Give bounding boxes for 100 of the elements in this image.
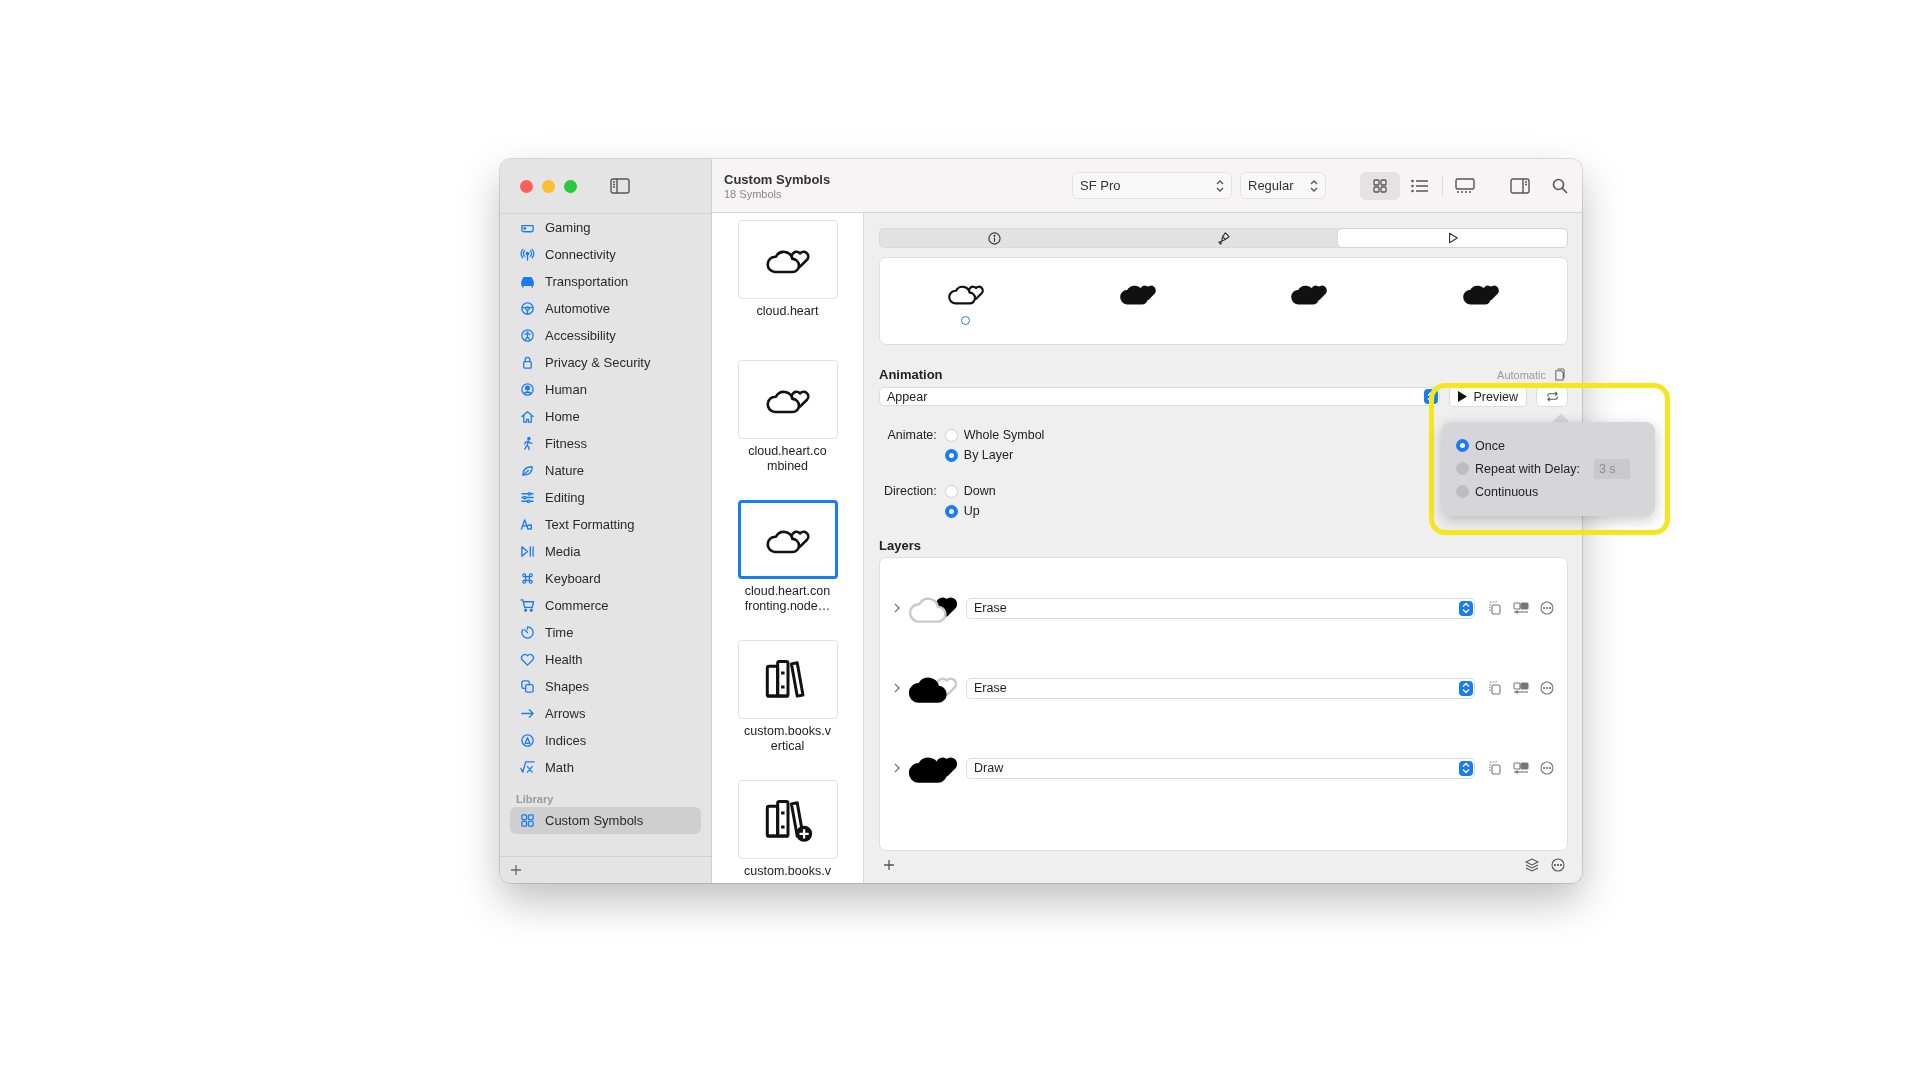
inspector-toggle-icon[interactable] <box>1510 177 1530 194</box>
list-icon <box>1411 178 1429 193</box>
sidebar-item[interactable]: Automotive <box>510 295 701 322</box>
heart-icon <box>520 652 535 667</box>
sidebar-item[interactable]: Gaming <box>510 214 701 241</box>
symbol-count: 18 Symbols <box>724 187 783 200</box>
option-label: Continuous <box>1475 484 1539 499</box>
more-icon[interactable] <box>1539 761 1555 775</box>
behavior-popup[interactable]: Erase <box>966 597 1475 619</box>
lock-icon <box>520 355 535 370</box>
accessibility-icon <box>520 328 535 343</box>
more-icon[interactable] <box>1539 681 1555 695</box>
sliders-icon <box>520 490 535 505</box>
radio-button[interactable] <box>944 504 958 518</box>
info-icon <box>988 231 1001 245</box>
sidebar-item[interactable]: Fitness <box>510 430 701 457</box>
chevron-icon[interactable] <box>894 763 900 773</box>
duplicate-icon[interactable] <box>1487 681 1503 695</box>
chevron-icon[interactable] <box>894 683 900 693</box>
swatch-icon[interactable] <box>1513 761 1529 775</box>
option-label: Up <box>963 504 980 518</box>
cart-icon <box>520 598 535 613</box>
radio-button[interactable] <box>1456 485 1469 498</box>
add-icon[interactable] <box>510 864 522 876</box>
sidebar-item[interactable]: Indices <box>510 727 701 754</box>
section-heading: Animation <box>879 367 943 382</box>
command-key-icon <box>520 571 535 586</box>
sidebar-item[interactable]: Custom Symbols <box>510 807 701 834</box>
sidebar-item[interactable]: Keyboard <box>510 565 701 592</box>
grid-icon <box>1372 177 1388 194</box>
sidebar-item[interactable]: Arrows <box>510 700 701 727</box>
symbol-name: cloud.heart.combined <box>747 444 828 474</box>
repeat-button[interactable] <box>1536 386 1568 407</box>
section-heading: Library <box>516 793 555 805</box>
sidebar-item[interactable]: Nature <box>510 457 701 484</box>
view-mode-button[interactable] <box>1360 171 1400 200</box>
repeat-icon <box>1545 391 1559 402</box>
duplicate-icon[interactable] <box>1487 601 1503 615</box>
sidebar-item[interactable]: Shapes <box>510 673 701 700</box>
document-icon[interactable] <box>1554 368 1565 381</box>
radio-button[interactable] <box>1456 462 1469 475</box>
swatch-icon[interactable] <box>1513 681 1529 695</box>
close-button[interactable] <box>520 179 533 193</box>
square-root-icon <box>520 760 535 775</box>
weight-popup[interactable]: Regular <box>1240 172 1326 199</box>
option-label: Down <box>963 484 996 498</box>
behavior-popup[interactable]: Erase <box>966 677 1475 699</box>
swatch-icon[interactable] <box>1513 601 1529 615</box>
arrow-icon <box>520 706 535 721</box>
more-icon[interactable] <box>1539 601 1555 615</box>
play-icon <box>1446 232 1459 244</box>
paintbrush-icon <box>1217 231 1230 245</box>
preview-button[interactable]: Preview <box>1448 386 1527 407</box>
font-popup[interactable]: SF Pro <box>1072 172 1232 199</box>
sidebar-item[interactable]: Math <box>510 754 701 781</box>
search-icon[interactable] <box>1552 177 1568 194</box>
symbol-name: custom.books.v <box>743 864 832 879</box>
add-icon[interactable] <box>883 859 895 871</box>
sidebar-item[interactable]: Accessibility <box>510 322 701 349</box>
play-icon <box>1457 391 1467 402</box>
timer-icon <box>520 625 535 640</box>
effect-popup[interactable]: Appear <box>879 387 1440 406</box>
sidebar-item[interactable]: Human <box>510 376 701 403</box>
option-label: By Layer <box>963 448 1014 462</box>
sidebar-item[interactable]: Home <box>510 403 701 430</box>
antenna-icon <box>520 247 535 262</box>
person-icon <box>520 382 535 397</box>
layers-icon[interactable] <box>1524 858 1540 872</box>
sidebar-item[interactable]: Time <box>510 619 701 646</box>
symbol-tile[interactable] <box>737 500 838 579</box>
sidebar-item[interactable]: Health <box>510 646 701 673</box>
symbol-name: cloud.heart.confronting.node… <box>743 584 832 614</box>
sidebar-item[interactable]: Privacy & Security <box>510 349 701 376</box>
house-icon <box>520 409 535 424</box>
leaf-icon <box>520 463 535 478</box>
chevron-icon[interactable] <box>894 603 900 613</box>
car-icon <box>520 274 535 289</box>
symbol-name: custom.books.vertical <box>743 724 832 754</box>
radio-button[interactable] <box>944 448 958 462</box>
field-label: Animate: <box>886 427 937 444</box>
behavior-popup[interactable]: Draw <box>966 757 1475 779</box>
option-label: Once <box>1475 438 1505 453</box>
sidebar-item[interactable]: Transportation <box>510 268 701 295</box>
sidebar-toggle-icon[interactable] <box>610 178 630 194</box>
radio-button[interactable] <box>1456 439 1469 452</box>
chevron-icon <box>1310 178 1318 193</box>
window-title: Custom Symbols <box>724 171 832 187</box>
text-format-icon <box>520 517 535 532</box>
sidebar-item[interactable]: Connectivity <box>510 241 701 268</box>
steering-wheel-icon <box>520 301 535 316</box>
sidebar-item[interactable]: Text Formatting <box>510 511 701 538</box>
stepper-icon <box>1459 680 1473 696</box>
sidebar-item[interactable]: Commerce <box>510 592 701 619</box>
option-label: Repeat with Delay: <box>1475 461 1580 476</box>
grid-icon <box>520 813 535 828</box>
chevron-icon <box>1216 178 1224 193</box>
more-icon[interactable] <box>1550 858 1566 872</box>
sidebar-item[interactable]: Media <box>510 538 701 565</box>
sidebar-item[interactable]: Editing <box>510 484 701 511</box>
duplicate-icon[interactable] <box>1487 761 1503 775</box>
